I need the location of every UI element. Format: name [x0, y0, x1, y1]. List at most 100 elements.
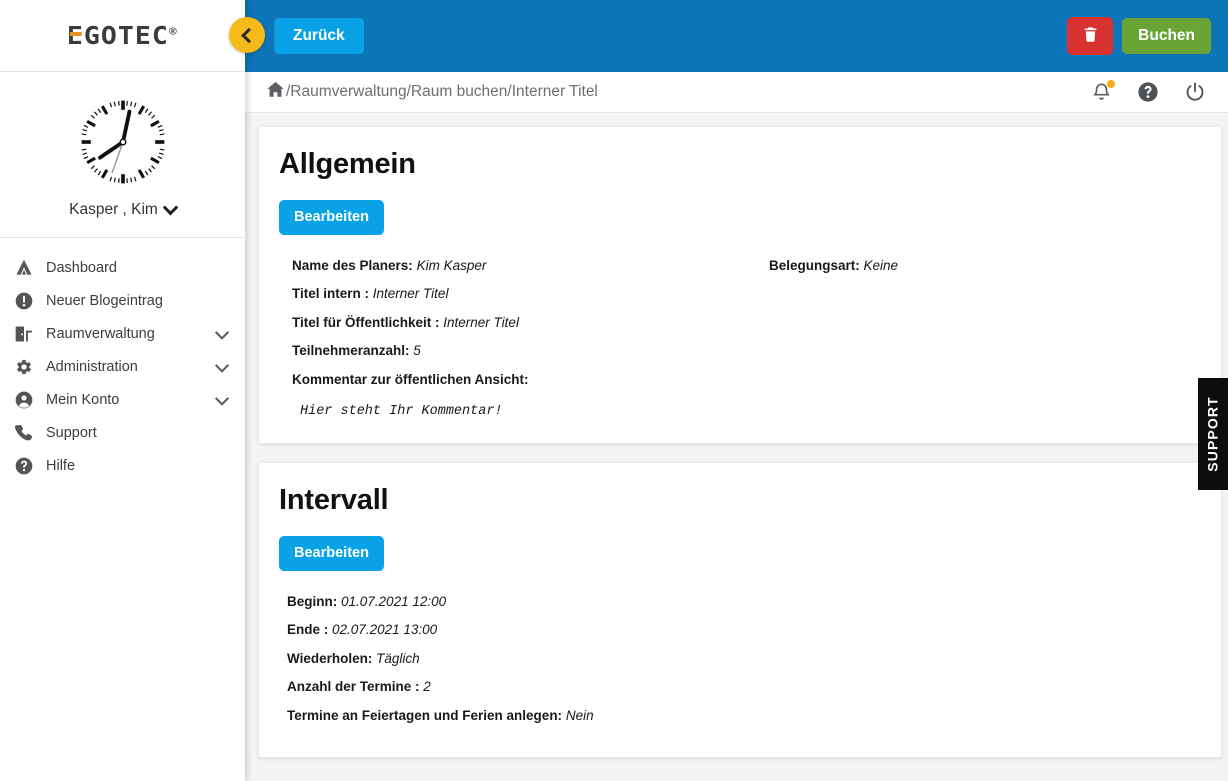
power-icon[interactable] [1184, 81, 1206, 103]
logo-text: EGOTEC [67, 21, 170, 50]
sidebar-item-label: Hilfe [46, 458, 76, 474]
card-allgemein: Allgemein Bearbeiten Name des Planers: K… [258, 126, 1222, 445]
sidebar-item-support[interactable]: Support [0, 417, 245, 449]
field-value: 5 [413, 343, 421, 359]
field-row: Teilnehmeranzahl: 5 [292, 342, 757, 360]
question-circle-icon [14, 454, 40, 478]
field-row: Titel intern : Interner Titel [292, 285, 757, 303]
support-side-tab[interactable]: SUPPORT [1198, 378, 1228, 490]
allgemein-fields: Name des Planers: Kim Kasper Titel inter… [279, 247, 1199, 422]
field-value: 02.07.2021 13:00 [332, 622, 438, 638]
field-row: Anzahl der Termine : 2 [287, 678, 1199, 696]
card-intervall: Intervall Bearbeiten Beginn: 01.07.2021 … [258, 462, 1222, 759]
breadcrumb-path: /Raumverwaltung/Raum buchen/Interner Tit… [286, 83, 598, 100]
chevron-down-icon [162, 199, 179, 215]
top-header: Zurück Buchen [245, 0, 1228, 72]
sidebar-item-raumverwaltung[interactable]: Raumverwaltung [0, 318, 245, 350]
notification-dot [1107, 80, 1115, 88]
user-circle-icon [14, 388, 40, 412]
profile-name-label: Kasper , Kim [69, 201, 158, 218]
sidebar-item-hilfe[interactable]: Hilfe [0, 450, 245, 482]
field-label: Ende : [287, 622, 329, 638]
room-door-icon [14, 322, 40, 346]
edit-intervall-button[interactable]: Bearbeiten [279, 536, 384, 571]
field-label: Kommentar zur öffentlichen Ansicht: [292, 371, 529, 387]
field-value: 2 [423, 679, 431, 695]
field-label: Belegungsart: [769, 257, 860, 273]
sidebar-item-label: Dashboard [46, 260, 117, 276]
sidebar: EGOTEC® Kasper , Kim Dashboard Neuer Blo… [0, 0, 245, 781]
chevron-down-icon[interactable] [214, 358, 230, 373]
sidebar-item-neuer-blogeintrag[interactable]: Neuer Blogeintrag [0, 285, 245, 317]
field-row: Beginn: 01.07.2021 12:00 [287, 593, 1199, 611]
profile-block: Kasper , Kim [0, 72, 245, 238]
sidebar-collapse-button[interactable] [229, 17, 265, 53]
card-title: Allgemein [279, 148, 416, 180]
chevron-down-icon[interactable] [214, 391, 230, 406]
sidebar-item-label: Raumverwaltung [46, 326, 155, 342]
field-value: Interner Titel [443, 314, 519, 330]
field-value: 01.07.2021 12:00 [341, 593, 447, 609]
sidebar-item-administration[interactable]: Administration [0, 351, 245, 383]
field-label: Beginn: [287, 593, 338, 609]
gear-icon [14, 355, 40, 379]
logo-registered-mark: ® [169, 26, 178, 38]
field-label: Name des Planers: [292, 257, 413, 273]
field-row: Name des Planers: Kim Kasper [292, 257, 757, 275]
sidebar-item-label: Support [46, 425, 97, 441]
field-label: Teilnehmeranzahl: [292, 343, 410, 359]
field-row: Wiederholen: Täglich [287, 650, 1199, 668]
sidebar-item-mein-konto[interactable]: Mein Konto [0, 384, 245, 416]
field-label: Termine an Feiertagen und Ferien anlegen… [287, 707, 563, 723]
field-label: Titel für Öffentlichkeit : [292, 314, 440, 330]
field-value: Nein [565, 707, 594, 723]
field-row: Termine an Feiertagen und Ferien anlegen… [287, 707, 1199, 725]
exclamation-circle-icon [14, 289, 40, 313]
profile-menu-toggle[interactable]: Kasper , Kim [69, 199, 179, 219]
breadcrumb: /Raumverwaltung/Raum buchen/Interner Tit… [266, 80, 598, 104]
back-button[interactable]: Zurück [274, 18, 364, 54]
field-value: Interner Titel [372, 286, 449, 302]
field-label: Titel intern : [292, 286, 370, 302]
home-icon[interactable] [266, 80, 285, 104]
delete-button[interactable] [1067, 17, 1114, 55]
analog-clock-avatar [79, 98, 166, 186]
card-title: Intervall [279, 484, 389, 517]
support-side-tab-label: SUPPORT [1205, 396, 1222, 472]
intervall-column: Beginn: 01.07.2021 12:00 Ende : 02.07.20… [287, 583, 1199, 736]
sidebar-item-label: Mein Konto [46, 392, 120, 408]
field-value: Kim Kasper [416, 257, 487, 273]
field-row: Titel für Öffentlichkeit : Interner Tite… [292, 314, 757, 332]
comment-label-row: Kommentar zur öffentlichen Ansicht: [292, 371, 757, 389]
main-content: Allgemein Bearbeiten Name des Planers: K… [245, 113, 1228, 781]
intervall-fields: Beginn: 01.07.2021 12:00 Ende : 02.07.20… [279, 583, 1199, 736]
field-label: Wiederholen: [287, 650, 373, 666]
bell-icon[interactable] [1091, 80, 1115, 103]
logo-area: EGOTEC® [0, 0, 245, 72]
header-actions: Buchen [1067, 17, 1228, 55]
field-row: Belegungsart: Keine [769, 257, 1199, 275]
chevron-left-icon [240, 27, 257, 43]
dashboard-tent-icon [14, 256, 40, 280]
edit-allgemein-button[interactable]: Bearbeiten [279, 200, 384, 235]
sidebar-nav: Dashboard Neuer Blogeintrag Raumverwaltu… [0, 238, 245, 482]
egotec-logo: EGOTEC® [67, 21, 178, 50]
help-circle-icon[interactable] [1137, 81, 1159, 103]
breadcrumb-actions [1091, 80, 1228, 103]
field-row: Ende : 02.07.2021 13:00 [287, 621, 1199, 639]
field-value: Keine [863, 257, 899, 273]
logo-accent-bar [70, 32, 82, 36]
allgemein-left-column: Name des Planers: Kim Kasper Titel inter… [292, 247, 757, 422]
trash-icon [1082, 25, 1099, 47]
book-button[interactable]: Buchen [1122, 18, 1211, 54]
field-value: Täglich [376, 650, 420, 666]
sidebar-item-dashboard[interactable]: Dashboard [0, 252, 245, 284]
phone-icon [14, 421, 40, 445]
sidebar-item-label: Neuer Blogeintrag [46, 293, 163, 309]
app-root: EGOTEC® Kasper , Kim Dashboard Neuer Blo… [0, 0, 1228, 781]
breadcrumb-bar: /Raumverwaltung/Raum buchen/Interner Tit… [245, 72, 1228, 113]
allgemein-right-column: Belegungsart: Keine [757, 247, 1199, 422]
chevron-down-icon[interactable] [214, 325, 230, 340]
sidebar-item-label: Administration [46, 359, 138, 375]
field-label: Anzahl der Termine : [287, 679, 420, 695]
